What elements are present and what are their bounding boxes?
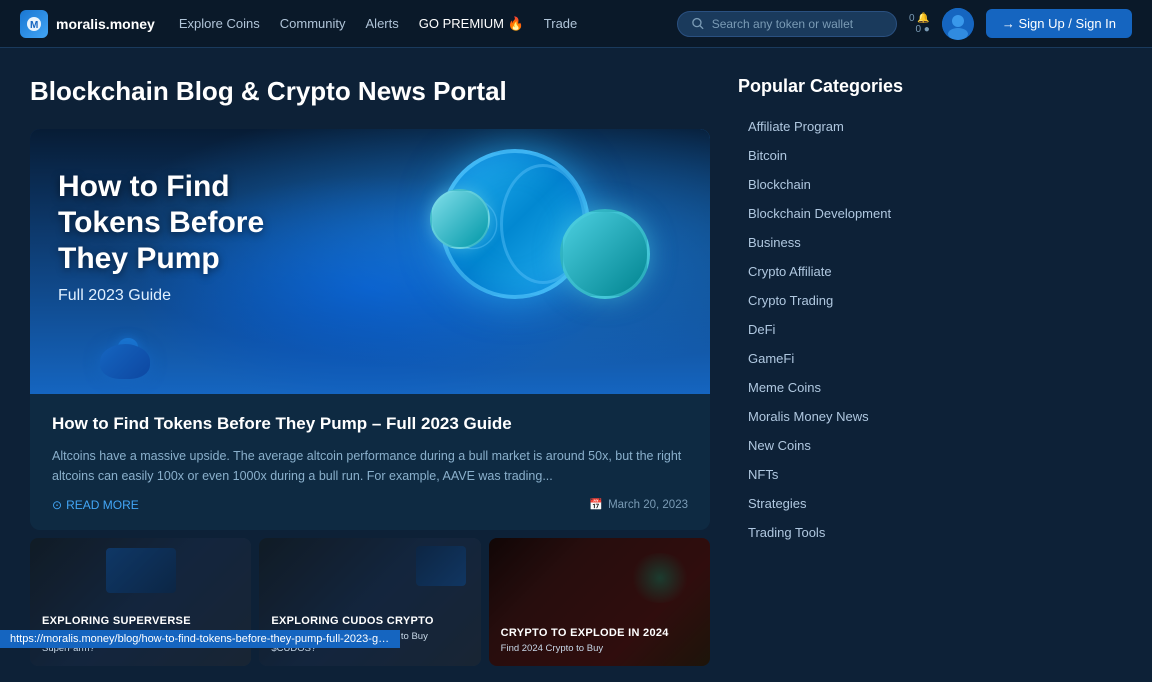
- thumbnail-crypto-explode[interactable]: CRYPTO TO EXPLODE IN 2024 Find 2024 Cryp…: [489, 538, 710, 666]
- featured-text-overlay: How to Find Tokens Before They Pump Full…: [58, 169, 264, 305]
- category-item[interactable]: Moralis Money News: [738, 403, 978, 430]
- category-item[interactable]: Trading Tools: [738, 519, 978, 546]
- logo-icon: M: [20, 10, 48, 38]
- category-item[interactable]: Crypto Trading: [738, 287, 978, 314]
- category-list: Affiliate ProgramBitcoinBlockchainBlockc…: [738, 113, 978, 546]
- badge-notifications: 0 🔔: [909, 13, 930, 24]
- read-more-link[interactable]: READ MORE: [52, 498, 139, 512]
- sign-up-button[interactable]: → Sign Up / Sign In: [986, 9, 1132, 38]
- category-item[interactable]: GameFi: [738, 345, 978, 372]
- nav-alerts[interactable]: Alerts: [366, 16, 399, 31]
- right-sidebar: Popular Categories Affiliate ProgramBitc…: [738, 76, 978, 666]
- nav-trade[interactable]: Trade: [544, 16, 577, 31]
- search-input[interactable]: [712, 17, 882, 31]
- featured-info: How to Find Tokens Before They Pump – Fu…: [30, 394, 710, 530]
- notification-badges: 0 🔔 0 ●: [909, 13, 930, 35]
- nav-premium[interactable]: GO PREMIUM 🔥: [419, 16, 524, 32]
- featured-excerpt: Altcoins have a massive upside. The aver…: [52, 446, 688, 486]
- nav-explore-coins[interactable]: Explore Coins: [179, 16, 260, 31]
- main-content: Blockchain Blog & Crypto News Portal: [0, 48, 1152, 682]
- search-icon: [692, 17, 704, 30]
- category-item[interactable]: DeFi: [738, 316, 978, 343]
- category-item[interactable]: Bitcoin: [738, 142, 978, 169]
- nav-right: 0 🔔 0 ● → Sign Up / Sign In: [677, 8, 1132, 40]
- character-decoration: [90, 324, 170, 384]
- thumb-title-3: CRYPTO TO EXPLODE IN 2024: [501, 626, 698, 640]
- status-bar: https://moralis.money/blog/how-to-find-t…: [0, 630, 400, 648]
- thumb-title-2: EXPLORING CUDOS CRYPTO: [271, 614, 468, 628]
- featured-image-title: How to Find Tokens Before They Pump: [58, 169, 264, 277]
- featured-meta: READ MORE March 20, 2023: [52, 498, 688, 512]
- char-body: [100, 344, 150, 379]
- featured-image[interactable]: How to Find Tokens Before They Pump Full…: [30, 129, 710, 394]
- category-item[interactable]: Business: [738, 229, 978, 256]
- category-item[interactable]: Affiliate Program: [738, 113, 978, 140]
- category-item[interactable]: Strategies: [738, 490, 978, 517]
- page-title: Blockchain Blog & Crypto News Portal: [30, 76, 710, 107]
- badge-watchlist: 0 ●: [915, 24, 929, 35]
- svg-text:M: M: [30, 20, 38, 31]
- post-date: March 20, 2023: [589, 498, 688, 511]
- featured-post-title: How to Find Tokens Before They Pump – Fu…: [52, 412, 688, 436]
- thumb-overlay-3: CRYPTO TO EXPLODE IN 2024 Find 2024 Cryp…: [489, 538, 710, 666]
- coin-small-decoration: [430, 189, 490, 249]
- search-bar[interactable]: [677, 11, 897, 37]
- thumb-subtitle-3: Find 2024 Crypto to Buy: [501, 643, 698, 655]
- category-item[interactable]: New Coins: [738, 432, 978, 459]
- avatar[interactable]: [942, 8, 974, 40]
- category-item[interactable]: NFTs: [738, 461, 978, 488]
- category-item[interactable]: Blockchain Development: [738, 200, 978, 227]
- category-item[interactable]: Meme Coins: [738, 374, 978, 401]
- category-item[interactable]: Crypto Affiliate: [738, 258, 978, 285]
- left-content: Blockchain Blog & Crypto News Portal: [30, 76, 710, 666]
- logo[interactable]: M moralis.money: [20, 10, 155, 38]
- sidebar-title: Popular Categories: [738, 76, 978, 97]
- featured-image-subtitle: Full 2023 Guide: [58, 287, 264, 305]
- thumb-title-1: EXPLORING SUPERVERSE: [42, 614, 239, 628]
- coin-medium-decoration: [560, 209, 650, 299]
- nav-links: Explore Coins Community Alerts GO PREMIU…: [179, 16, 653, 32]
- nav-community[interactable]: Community: [280, 16, 346, 31]
- featured-post: How to Find Tokens Before They Pump Full…: [30, 129, 710, 530]
- navbar: M moralis.money Explore Coins Community …: [0, 0, 1152, 48]
- category-item[interactable]: Blockchain: [738, 171, 978, 198]
- logo-text: moralis.money: [56, 16, 155, 32]
